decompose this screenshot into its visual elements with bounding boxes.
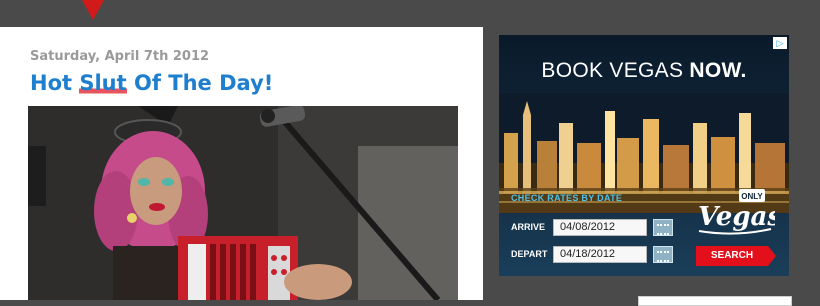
arrive-calendar-icon[interactable] (653, 219, 673, 236)
post-date: Saturday, April 7th 2012 (30, 49, 210, 64)
ad-headline-light: BOOK VEGAS (541, 59, 690, 82)
depart-label: DEPART (511, 249, 548, 259)
vegas-ad-banner[interactable]: ▷ BOOK VEGAS NOW. CHECK RATES BY DATE AR… (499, 35, 789, 276)
check-rates-label: CHECK RATES BY DATE (511, 193, 623, 203)
arrive-date-field[interactable]: 04/08/2012 (553, 219, 647, 236)
post-title[interactable]: Hot Slut Of The Day! (30, 71, 273, 95)
ad-choices-icon[interactable]: ▷ (773, 37, 787, 49)
search-button[interactable]: SEARCH (696, 246, 776, 266)
only-vegas-logo: ONLY Vegas (698, 189, 775, 235)
arrow-down-icon (82, 0, 104, 20)
ad-headline-bold: NOW. (689, 59, 747, 82)
depart-date-field[interactable]: 04/18/2012 (553, 246, 647, 263)
blog-post: Saturday, April 7th 2012 Hot Slut Of The… (0, 27, 483, 300)
sidebar-widget (638, 296, 792, 306)
post-photo[interactable] (28, 106, 458, 300)
depart-calendar-icon[interactable] (653, 246, 673, 263)
arrive-label: ARRIVE (511, 222, 546, 232)
svg-text:ONLY: ONLY (741, 192, 763, 201)
post-title-start[interactable]: Hot (30, 71, 79, 95)
svg-text:Vegas: Vegas (698, 202, 775, 232)
post-title-end[interactable]: Of The Day! (127, 71, 273, 95)
post-title-highlight[interactable]: Slut (79, 71, 127, 95)
ad-headline[interactable]: BOOK VEGAS NOW. (499, 59, 789, 83)
